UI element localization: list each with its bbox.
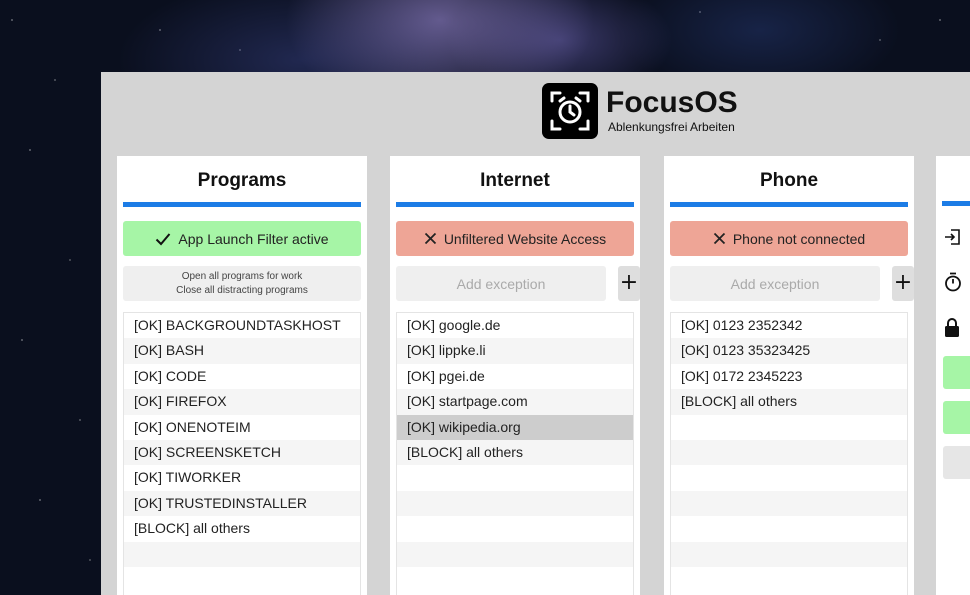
close-icon bbox=[713, 232, 726, 245]
list-item[interactable]: [OK] ONENOTEIM bbox=[124, 415, 360, 440]
empty-list-row bbox=[397, 465, 633, 490]
empty-list-row bbox=[671, 490, 907, 517]
empty-list-row bbox=[671, 541, 907, 567]
empty-list-row bbox=[397, 541, 633, 567]
programs-status-label: App Launch Filter active bbox=[178, 230, 329, 247]
list-item[interactable]: [BLOCK] all others bbox=[124, 516, 360, 541]
list-item[interactable]: [OK] TIWORKER bbox=[124, 465, 360, 490]
empty-list-row bbox=[671, 567, 907, 592]
brand: FocusOS Ablenkungsfrei Arbeiten bbox=[542, 83, 738, 139]
empty-list-row bbox=[671, 415, 907, 440]
list-item[interactable]: [OK] TRUSTEDINSTALLER bbox=[124, 490, 360, 517]
side-action-button-1[interactable] bbox=[943, 356, 970, 389]
close-icon bbox=[424, 232, 437, 245]
focusos-window: FocusOS Ablenkungsfrei Arbeiten Programs… bbox=[101, 72, 970, 595]
list-item[interactable]: [OK] startpage.com bbox=[397, 389, 633, 415]
list-item[interactable]: [OK] FIREFOX bbox=[124, 389, 360, 415]
phone-list[interactable]: [OK] 0123 2352342 [OK] 0123 35323425 [OK] … bbox=[670, 312, 908, 595]
list-item[interactable]: [OK] BASH bbox=[124, 338, 360, 364]
internet-divider bbox=[396, 202, 634, 207]
list-item[interactable]: [OK] wikipedia.org bbox=[397, 414, 633, 440]
settings-divider bbox=[942, 201, 970, 206]
side-action-button-3[interactable] bbox=[943, 446, 970, 479]
internet-panel: Internet Unfiltered Website Access + [OK… bbox=[390, 156, 640, 595]
empty-list-row bbox=[671, 439, 907, 466]
lock-icon[interactable] bbox=[944, 318, 964, 338]
empty-list-row bbox=[397, 490, 633, 517]
side-action-button-2[interactable] bbox=[943, 401, 970, 434]
app-subtitle: Ablenkungsfrei Arbeiten bbox=[608, 120, 735, 134]
phone-title: Phone bbox=[759, 170, 819, 191]
hint-line-close: Close all distracting programs bbox=[176, 285, 308, 296]
internet-list[interactable]: [OK] google.de [OK] lippke.li [OK] pgei.de… bbox=[396, 312, 634, 595]
list-item[interactable]: [OK] 0123 2352342 bbox=[671, 313, 907, 338]
phone-add-button[interactable]: + bbox=[892, 266, 914, 301]
list-item[interactable]: [BLOCK] all others bbox=[397, 439, 633, 466]
empty-list-row bbox=[124, 541, 360, 567]
check-icon bbox=[155, 232, 171, 246]
empty-list-row bbox=[124, 567, 360, 592]
list-item[interactable]: [OK] 0123 35323425 bbox=[671, 338, 907, 364]
internet-add-row: + bbox=[396, 266, 640, 301]
sign-in-icon[interactable] bbox=[944, 228, 964, 248]
internet-status[interactable]: Unfiltered Website Access bbox=[396, 221, 634, 256]
phone-add-row: + bbox=[670, 266, 914, 301]
list-item[interactable]: [OK] SCREENSKETCH bbox=[124, 439, 360, 466]
list-item[interactable]: [OK] BACKGROUNDTASKHOST bbox=[124, 313, 360, 338]
hint-line-open: Open all programs for work bbox=[181, 271, 303, 282]
empty-list-row bbox=[397, 567, 633, 592]
internet-title: Internet bbox=[480, 170, 550, 191]
empty-list-row bbox=[397, 516, 633, 541]
programs-status[interactable]: App Launch Filter active bbox=[123, 221, 361, 256]
list-item[interactable]: [OK] CODE bbox=[124, 364, 360, 389]
alarm-clock-logo-icon bbox=[542, 83, 598, 139]
list-item[interactable]: [OK] 0172 2345223 bbox=[671, 364, 907, 389]
programs-panel: Programs App Launch Filter active Open a… bbox=[117, 156, 367, 595]
stopwatch-icon[interactable] bbox=[944, 272, 964, 292]
list-item[interactable]: [OK] google.de bbox=[397, 313, 633, 338]
phone-divider bbox=[670, 202, 908, 207]
list-item[interactable]: [OK] pgei.de bbox=[397, 364, 633, 389]
programs-list[interactable]: [OK] BACKGROUNDTASKHOST [OK] BASH [OK] COD… bbox=[123, 312, 361, 595]
empty-list-row bbox=[671, 465, 907, 490]
phone-exception-input[interactable] bbox=[670, 266, 880, 301]
phone-status[interactable]: Phone not connected bbox=[670, 221, 908, 256]
empty-list-row bbox=[671, 516, 907, 541]
internet-add-button[interactable]: + bbox=[618, 266, 640, 301]
internet-exception-input[interactable] bbox=[396, 266, 606, 301]
programs-title: Programs bbox=[197, 170, 287, 191]
app-title: FocusOS bbox=[606, 86, 738, 119]
list-item[interactable]: [BLOCK] all others bbox=[671, 389, 907, 415]
programs-divider bbox=[123, 202, 361, 207]
phone-panel: Phone Phone not connected + [OK] 0123 23… bbox=[664, 156, 914, 595]
programs-hint: Open all programs for work Close all dis… bbox=[123, 266, 361, 301]
phone-status-label: Phone not connected bbox=[732, 230, 866, 247]
list-item[interactable]: [OK] lippke.li bbox=[397, 338, 633, 364]
internet-status-label: Unfiltered Website Access bbox=[443, 230, 607, 247]
settings-panel-partial bbox=[936, 156, 970, 595]
